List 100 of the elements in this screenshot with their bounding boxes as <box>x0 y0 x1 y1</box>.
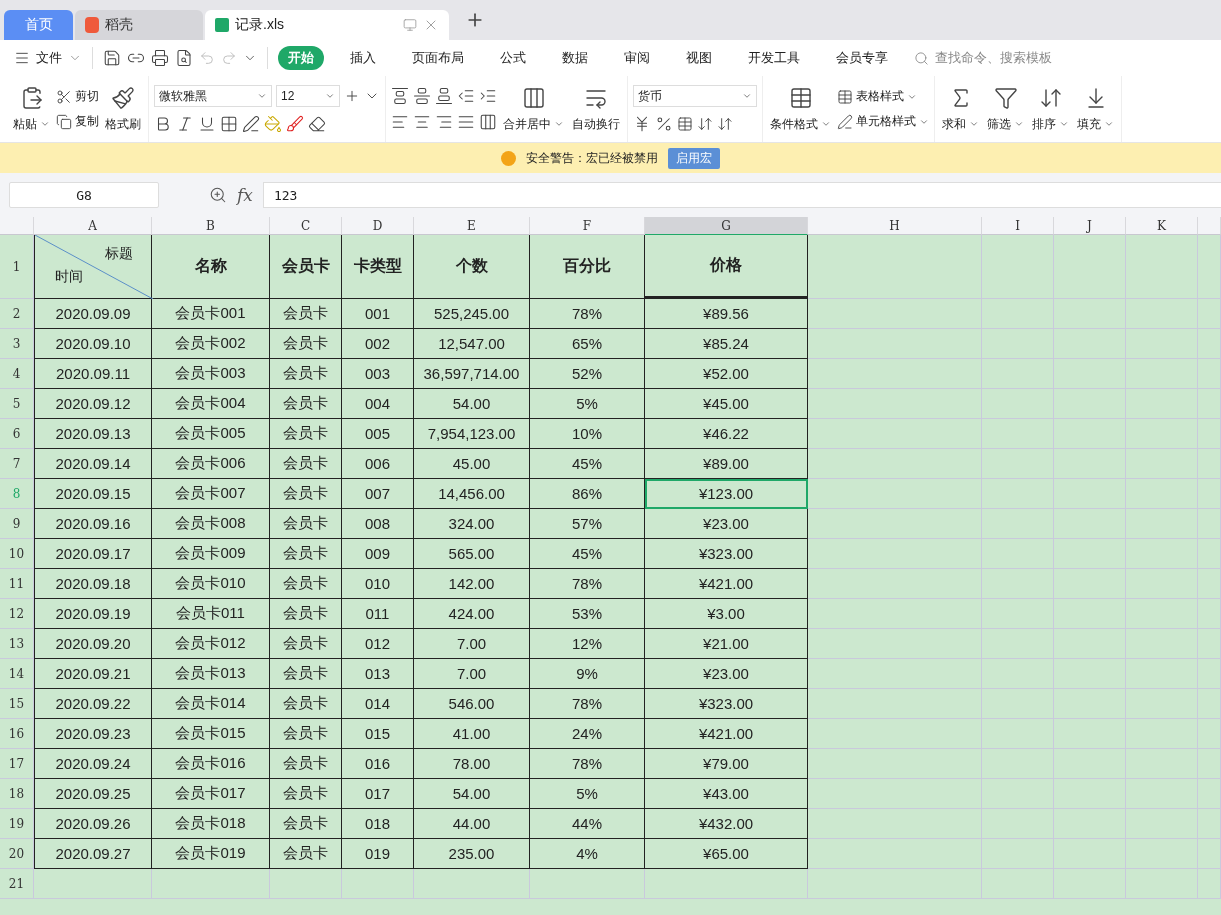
row-header[interactable]: 17 <box>0 749 34 779</box>
column-header[interactable]: I <box>982 217 1054 235</box>
row-header[interactable]: 10 <box>0 539 34 569</box>
name-box[interactable]: G8 <box>9 182 159 208</box>
column-header[interactable]: B <box>152 217 270 235</box>
table-cell: 会员卡014 <box>152 689 270 719</box>
column-header[interactable]: D <box>342 217 414 235</box>
column-header[interactable]: K <box>1126 217 1198 235</box>
table-cell: 52% <box>530 359 645 389</box>
row-header[interactable]: 21 <box>0 869 34 899</box>
ribbon-tab[interactable]: 会员专享 <box>826 46 898 70</box>
row-header[interactable]: 1 <box>0 235 34 299</box>
sum-button[interactable]: 求和 <box>940 85 981 133</box>
ribbon-tab[interactable]: 公式 <box>490 46 536 70</box>
table-cell: 2020.09.18 <box>34 569 152 599</box>
function-label[interactable]: fx <box>237 185 253 205</box>
table-cell: 142.00 <box>414 569 530 599</box>
document-tab[interactable]: 记录.xls <box>205 10 449 40</box>
table-cell: ¥23.00 <box>645 509 808 539</box>
table-cell: 41.00 <box>414 719 530 749</box>
formula-field[interactable]: 123 <box>262 182 1221 208</box>
table-cell: 002 <box>342 329 414 359</box>
fill-button[interactable]: 填充 <box>1075 85 1116 133</box>
table-cell: 003 <box>342 359 414 389</box>
ribbon-tab[interactable]: 数据 <box>552 46 598 70</box>
ribbon-tab[interactable]: 视图 <box>676 46 722 70</box>
table-cell: ¥21.00 <box>645 629 808 659</box>
table-style-button[interactable]: 表格样式 <box>837 88 929 105</box>
table-cell: 会员卡 <box>270 419 342 449</box>
column-header[interactable]: A <box>34 217 152 235</box>
table-cell: 78% <box>530 749 645 779</box>
conditional-format-button[interactable]: 条件格式 <box>768 85 833 133</box>
table-cell: 会员卡 <box>270 389 342 419</box>
row-header[interactable]: 5 <box>0 389 34 419</box>
table-cell: 006 <box>342 449 414 479</box>
table-cell: 017 <box>342 779 414 809</box>
row-header[interactable]: 15 <box>0 689 34 719</box>
ribbon-tab[interactable]: 开发工具 <box>738 46 810 70</box>
cut-button[interactable]: 剪切 <box>56 88 99 105</box>
table-cell: ¥23.00 <box>645 659 808 689</box>
number-format-select[interactable]: 货币 <box>633 85 757 107</box>
column-header[interactable]: J <box>1054 217 1126 235</box>
table-cell: 会员卡018 <box>152 809 270 839</box>
table-cell: 235.00 <box>414 839 530 869</box>
row-header[interactable]: 3 <box>0 329 34 359</box>
table-cell: 54.00 <box>414 389 530 419</box>
table-cell: ¥3.00 <box>645 599 808 629</box>
table-cell: 525,245.00 <box>414 299 530 329</box>
row-header[interactable]: 7 <box>0 449 34 479</box>
table-cell: 会员卡 <box>270 839 342 869</box>
table-cell: 5% <box>530 389 645 419</box>
column-header[interactable]: E <box>414 217 530 235</box>
wrap-text-button[interactable]: 自动换行 <box>570 85 622 133</box>
ribbon-tab[interactable]: 审阅 <box>614 46 660 70</box>
table-cell: 2020.09.09 <box>34 299 152 329</box>
row-header[interactable]: 13 <box>0 629 34 659</box>
table-cell: 2020.09.21 <box>34 659 152 689</box>
table-cell: ¥323.00 <box>645 689 808 719</box>
table-cell: 会员卡 <box>270 479 342 509</box>
document-tab[interactable]: 稻壳 <box>75 10 203 40</box>
row-header[interactable]: 18 <box>0 779 34 809</box>
row-header[interactable]: 6 <box>0 419 34 449</box>
table-cell: 会员卡007 <box>152 479 270 509</box>
paste-button[interactable]: 粘贴 <box>11 85 52 133</box>
table-cell: 018 <box>342 809 414 839</box>
row-header[interactable]: 19 <box>0 809 34 839</box>
row-header[interactable]: 4 <box>0 359 34 389</box>
copy-button[interactable]: 复制 <box>56 113 99 130</box>
file-menu[interactable]: 文件 <box>36 49 62 67</box>
table-cell: 78.00 <box>414 749 530 779</box>
command-search[interactable]: 查找命令、搜索模板 <box>935 49 1052 67</box>
font-size-select[interactable]: 12 <box>276 85 340 107</box>
ribbon-tab[interactable]: 页面布局 <box>402 46 474 70</box>
row-header[interactable]: 20 <box>0 839 34 869</box>
row-header[interactable]: 9 <box>0 509 34 539</box>
column-header[interactable]: H <box>808 217 982 235</box>
table-cell: 7.00 <box>414 659 530 689</box>
table-cell: 78% <box>530 299 645 329</box>
row-header[interactable]: 2 <box>0 299 34 329</box>
row-header[interactable]: 16 <box>0 719 34 749</box>
column-header[interactable]: G <box>645 217 808 235</box>
table-cell: 24% <box>530 719 645 749</box>
column-header[interactable]: F <box>530 217 645 235</box>
table-cell: 016 <box>342 749 414 779</box>
row-header[interactable]: 11 <box>0 569 34 599</box>
font-name-select[interactable]: 微软雅黑 <box>154 85 272 107</box>
table-cell: 会员卡 <box>270 749 342 779</box>
table-cell: 会员卡 <box>270 689 342 719</box>
cell-style-button[interactable]: 单元格样式 <box>837 113 929 130</box>
sort-button[interactable]: 排序 <box>1030 85 1071 133</box>
filter-button[interactable]: 筛选 <box>985 85 1026 133</box>
row-header[interactable]: 14 <box>0 659 34 689</box>
table-cell: 会员卡 <box>270 629 342 659</box>
merge-center-button[interactable]: 合并居中 <box>501 85 566 133</box>
format-painter-button[interactable]: 格式刷 <box>103 85 143 133</box>
table-cell: 会员卡 <box>270 359 342 389</box>
ribbon-tab[interactable]: 插入 <box>340 46 386 70</box>
table-cell: 007 <box>342 479 414 509</box>
column-header[interactable]: C <box>270 217 342 235</box>
row-header[interactable]: 12 <box>0 599 34 629</box>
